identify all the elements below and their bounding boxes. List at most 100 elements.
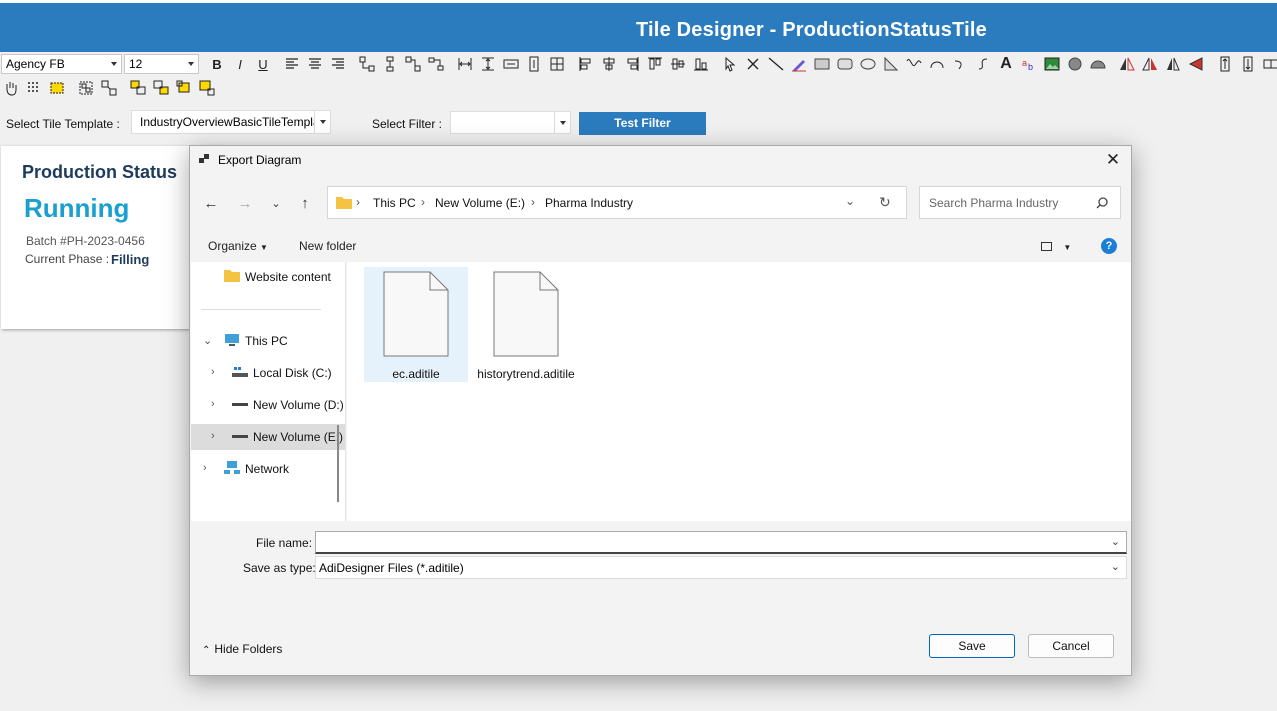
underline-button[interactable]: U: [254, 55, 272, 73]
chevron-down-icon[interactable]: ⌄: [845, 194, 855, 208]
delete-icon[interactable]: [744, 55, 762, 73]
connector-2-icon[interactable]: [381, 55, 399, 73]
breadcrumb-volume[interactable]: New Volume (E:): [435, 196, 525, 210]
search-input[interactable]: Search Pharma Industry: [919, 186, 1121, 219]
bezier-icon[interactable]: [951, 55, 969, 73]
group-icon[interactable]: [77, 79, 95, 97]
test-filter-button[interactable]: Test Filter: [579, 112, 706, 135]
organize-button[interactable]: Organize ▼: [208, 239, 268, 253]
spline-icon[interactable]: [974, 55, 992, 73]
save-type-label: Save as type:: [243, 561, 316, 575]
connector-icon[interactable]: [358, 55, 376, 73]
save-type-select[interactable]: AdiDesigner Files (*.aditile) ⌄: [315, 556, 1127, 579]
circle-icon[interactable]: [1066, 55, 1084, 73]
send-back-icon[interactable]: [1239, 55, 1257, 73]
chevron-down-icon[interactable]: ⌄: [1111, 535, 1120, 548]
italic-button[interactable]: I: [231, 55, 249, 73]
rotate-icon[interactable]: [1187, 55, 1205, 73]
pen-icon[interactable]: [790, 55, 808, 73]
flip-3-icon[interactable]: [1164, 55, 1182, 73]
align-left-icon[interactable]: [283, 55, 301, 73]
image-icon[interactable]: [1043, 55, 1061, 73]
pane-splitter[interactable]: [345, 262, 346, 521]
breadcrumb-pharma[interactable]: Pharma Industry: [545, 196, 633, 210]
up-arrow-icon[interactable]: ↑: [295, 194, 315, 214]
ellipse-icon[interactable]: [859, 55, 877, 73]
semicircle-icon[interactable]: [1089, 55, 1107, 73]
send-backward-icon[interactable]: [152, 79, 170, 97]
chevron-down-icon[interactable]: ⌄: [203, 334, 212, 347]
hand-pan-icon[interactable]: [2, 79, 20, 97]
align-tops-icon[interactable]: [646, 55, 664, 73]
save-button[interactable]: Save: [929, 634, 1015, 658]
ungroup-icon[interactable]: [100, 79, 118, 97]
layer-icon[interactable]: [1262, 55, 1277, 73]
file-name-input[interactable]: ⌄: [315, 531, 1127, 554]
chevron-down-icon: [314, 111, 330, 133]
address-bar[interactable]: › This PC › New Volume (E:) › Pharma Ind…: [327, 186, 907, 219]
bold-button[interactable]: B: [208, 55, 226, 73]
template-select[interactable]: IndustryOverviewBasicTileTemplate: [131, 110, 331, 134]
help-icon[interactable]: ?: [1101, 238, 1117, 254]
forward-arrow-icon[interactable]: →: [235, 194, 255, 214]
flip-2-icon[interactable]: [1141, 55, 1159, 73]
bring-forward-icon[interactable]: [129, 79, 147, 97]
align-centers-icon[interactable]: [600, 55, 618, 73]
triangle-icon[interactable]: [882, 55, 900, 73]
grid-icon[interactable]: [25, 79, 43, 97]
nav-item-website-content[interactable]: Website content: [191, 264, 345, 290]
nav-item-local-disk[interactable]: › Local Disk (C:): [191, 360, 345, 386]
space-vertical-icon[interactable]: [525, 55, 543, 73]
nav-item-this-pc[interactable]: ⌄ This PC: [191, 328, 345, 354]
align-center-icon[interactable]: [306, 55, 324, 73]
align-rights-icon[interactable]: [623, 55, 641, 73]
pointer-icon[interactable]: [721, 55, 739, 73]
nav-item-volume-d[interactable]: › New Volume (D:): [191, 392, 345, 418]
align-bottoms-icon[interactable]: [692, 55, 710, 73]
same-width-icon[interactable]: [456, 55, 474, 73]
nav-item-volume-e[interactable]: › New Volume (E:): [191, 424, 345, 450]
center-icon[interactable]: [548, 55, 566, 73]
align-right-icon[interactable]: [329, 55, 347, 73]
text-tool-icon[interactable]: A: [997, 55, 1015, 73]
chevron-right-icon[interactable]: ›: [211, 398, 215, 410]
send-to-back-icon[interactable]: [198, 79, 216, 97]
hide-folders-button[interactable]: ⌃ Hide Folders: [202, 642, 282, 656]
breadcrumb-this-pc[interactable]: This PC: [373, 196, 416, 210]
connector-3-icon[interactable]: [404, 55, 422, 73]
chevron-right-icon[interactable]: ›: [203, 462, 207, 474]
bring-to-front-icon[interactable]: [175, 79, 193, 97]
cancel-button[interactable]: Cancel: [1028, 634, 1114, 658]
nav-scrollbar[interactable]: [337, 425, 339, 502]
production-status-tile[interactable]: Production Status Running Batch #PH-2023…: [1, 146, 221, 329]
curve-icon[interactable]: [905, 55, 923, 73]
view-options-button[interactable]: ▼: [1041, 239, 1071, 253]
rounded-rectangle-icon[interactable]: [836, 55, 854, 73]
same-height-icon[interactable]: [479, 55, 497, 73]
text-color-icon[interactable]: ab: [1020, 55, 1038, 73]
line-icon[interactable]: [767, 55, 785, 73]
recent-chevron-icon[interactable]: ⌄: [266, 194, 286, 214]
select-all-icon[interactable]: [48, 79, 66, 97]
filter-select[interactable]: [450, 111, 571, 134]
close-icon[interactable]: ✕: [1103, 150, 1123, 170]
connector-4-icon[interactable]: [427, 55, 445, 73]
chevron-right-icon[interactable]: ›: [211, 366, 215, 378]
align-middles-icon[interactable]: [669, 55, 687, 73]
font-family-combo[interactable]: Agency FB: [1, 54, 122, 74]
font-size-combo[interactable]: 12: [124, 54, 199, 74]
align-lefts-icon[interactable]: [577, 55, 595, 73]
nav-item-network[interactable]: › Network: [191, 456, 345, 482]
flip-icon[interactable]: [1118, 55, 1136, 73]
new-folder-button[interactable]: New folder: [299, 239, 356, 253]
chevron-down-icon: [554, 112, 570, 133]
space-horizontal-icon[interactable]: [502, 55, 520, 73]
arc-icon[interactable]: [928, 55, 946, 73]
chevron-right-icon[interactable]: ›: [211, 430, 215, 442]
file-item[interactable]: historytrend.aditile: [474, 267, 578, 382]
file-item[interactable]: ec.aditile: [364, 267, 468, 382]
back-arrow-icon[interactable]: ←: [201, 194, 221, 214]
refresh-icon[interactable]: ↻: [879, 194, 891, 211]
rectangle-icon[interactable]: [813, 55, 831, 73]
bring-front-icon[interactable]: [1216, 55, 1234, 73]
